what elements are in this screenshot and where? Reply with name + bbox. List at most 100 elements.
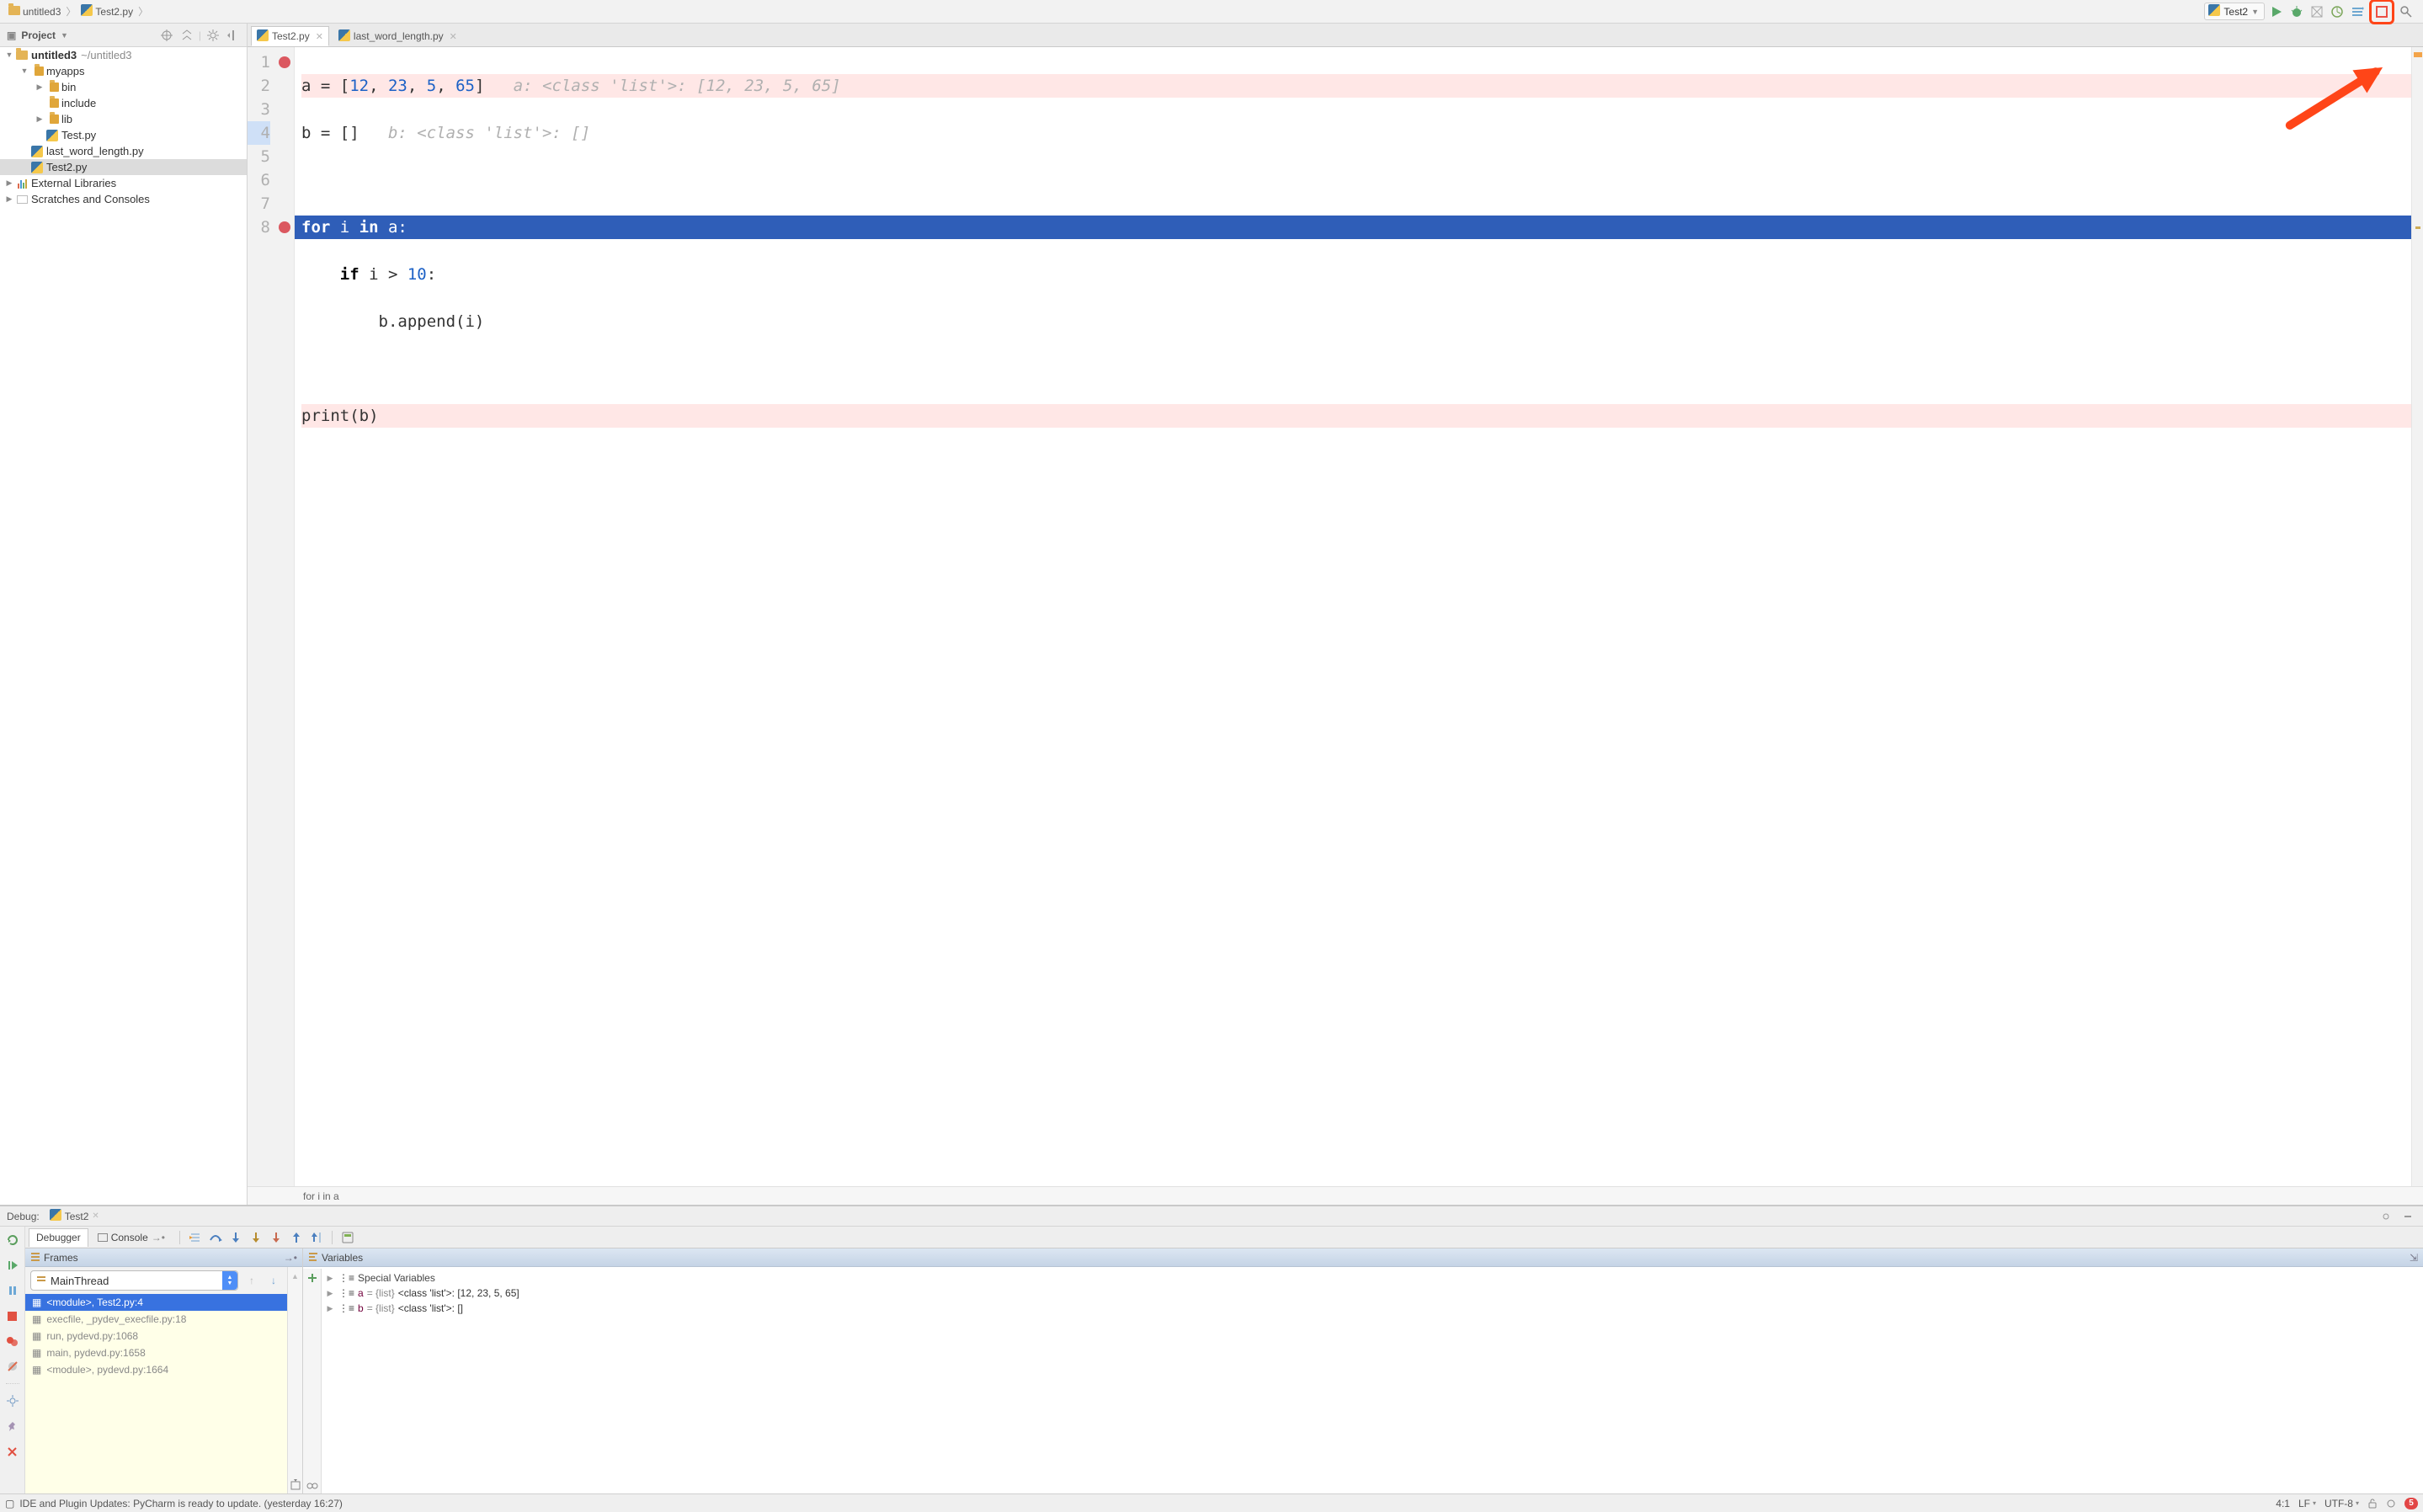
export-threads-button[interactable]	[290, 1479, 301, 1493]
caret-position[interactable]: 4:1	[2276, 1498, 2290, 1509]
stepper-arrows-icon[interactable]: ▲▼	[222, 1271, 237, 1290]
collapse-all-button[interactable]	[178, 27, 195, 44]
variable-row[interactable]: ▶⋮≡a = {list} <class 'list'>: [12, 23, 5…	[322, 1286, 2423, 1301]
pin-button[interactable]	[4, 1418, 21, 1435]
gutter-line[interactable]: 6	[248, 168, 270, 192]
editor-error-stripe[interactable]	[2411, 47, 2423, 1186]
frames-list[interactable]: ▦<module>, Test2.py:4 ▦execfile, _pydev_…	[25, 1294, 287, 1493]
frame-item[interactable]: ▦main, pydevd.py:1658	[25, 1344, 287, 1361]
force-step-into-button[interactable]	[268, 1229, 285, 1246]
tool-windows-toggle-icon[interactable]: ▢	[5, 1498, 14, 1509]
python-file-icon	[30, 145, 44, 158]
line-separator[interactable]: LF▾	[2298, 1498, 2316, 1509]
variable-row[interactable]: ▶⋮≡b = {list} <class 'list'>: []	[322, 1301, 2423, 1316]
scroll-up-icon[interactable]: ▲	[291, 1272, 299, 1280]
rerun-button[interactable]	[4, 1232, 21, 1248]
close-icon[interactable]: ✕	[450, 31, 457, 42]
variables-list[interactable]: ▶⋮≡Special Variables ▶⋮≡a = {list} <clas…	[322, 1269, 2423, 1493]
folder-node[interactable]: ▶bin	[0, 79, 247, 95]
show-watches-button[interactable]	[306, 1479, 318, 1493]
layout-settings-button[interactable]	[4, 1392, 21, 1409]
next-frame-button[interactable]: ↓	[265, 1272, 282, 1289]
debugger-tab-debugger[interactable]: Debugger	[29, 1228, 88, 1247]
pause-button[interactable]	[4, 1282, 21, 1299]
frame-item[interactable]: ▦run, pydevd.py:1068	[25, 1328, 287, 1344]
close-icon[interactable]: ✕	[316, 31, 323, 42]
editor-breadcrumb-strip[interactable]: for i in a	[248, 1186, 2423, 1205]
gutter-line[interactable]: 7	[248, 192, 270, 216]
locate-file-button[interactable]	[158, 27, 175, 44]
editor-gutter[interactable]: 1 2 3 4 5 6 7 8	[248, 47, 295, 1186]
python-file-icon	[2208, 4, 2220, 19]
mute-breakpoints-button[interactable]	[4, 1358, 21, 1375]
frame-item[interactable]: ▦<module>, Test2.py:4	[25, 1294, 287, 1311]
gutter-line-exec[interactable]: 4	[248, 121, 270, 145]
step-into-button[interactable]	[227, 1229, 244, 1246]
run-button[interactable]	[2268, 3, 2285, 20]
hide-button[interactable]	[2399, 1208, 2416, 1225]
project-tree[interactable]: ▼untitled3~/untitled3 ▼myapps ▶bin inclu…	[0, 47, 247, 1205]
gutter-line[interactable]: 3	[248, 98, 270, 121]
debug-config-tab[interactable]: Test2 ✕	[45, 1208, 104, 1225]
run-to-cursor-button[interactable]	[308, 1229, 325, 1246]
step-into-my-code-button[interactable]	[248, 1229, 264, 1246]
restore-layout-icon[interactable]: ⇲	[2410, 1252, 2418, 1264]
gutter-line[interactable]: 1	[248, 51, 270, 74]
external-libraries-node[interactable]: ▶External Libraries	[0, 175, 247, 191]
gutter-line[interactable]: 5	[248, 145, 270, 168]
prev-frame-button[interactable]: ↑	[243, 1272, 260, 1289]
thread-selector[interactable]: MainThread ▲▼	[30, 1270, 238, 1291]
chevron-down-icon[interactable]: ▼	[61, 31, 68, 40]
project-tool-toggle-icon[interactable]: ▣	[7, 29, 16, 41]
gutter-line[interactable]: 2	[248, 74, 270, 98]
stop-button[interactable]	[2373, 3, 2390, 20]
code-editor[interactable]: a = [12, 23, 5, 65] a: <class 'list'>: […	[295, 47, 2411, 1186]
folder-node[interactable]: ▶lib	[0, 111, 247, 127]
frame-item[interactable]: ▦execfile, _pydev_execfile.py:18	[25, 1311, 287, 1328]
run-with-coverage-button[interactable]	[2309, 3, 2325, 20]
breadcrumb-file[interactable]: Test2.py	[79, 4, 135, 19]
run-configuration-selector[interactable]: Test2 ▼	[2204, 3, 2265, 20]
step-over-button[interactable]	[207, 1229, 224, 1246]
editor-tab[interactable]: last_word_length.py ✕	[333, 26, 463, 46]
file-node[interactable]: last_word_length.py	[0, 143, 247, 159]
folder-node[interactable]: include	[0, 95, 247, 111]
python-file-icon	[45, 129, 59, 142]
settings-button[interactable]	[2378, 1208, 2394, 1225]
editor-tab-active[interactable]: Test2.py ✕	[251, 26, 329, 46]
debug-button[interactable]	[2288, 3, 2305, 20]
file-encoding[interactable]: UTF-8▾	[2324, 1498, 2359, 1509]
variable-row[interactable]: ▶⋮≡Special Variables	[322, 1270, 2423, 1286]
file-node-selected[interactable]: Test2.py	[0, 159, 247, 175]
breadcrumb-project-label: untitled3	[23, 6, 61, 18]
stop-button[interactable]	[4, 1307, 21, 1324]
new-watch-button[interactable]	[306, 1272, 318, 1286]
restore-layout-icon[interactable]: →•	[284, 1252, 297, 1264]
folder-icon	[45, 81, 59, 94]
resume-button[interactable]	[4, 1257, 21, 1274]
debugger-tab-console[interactable]: Console →•	[90, 1228, 173, 1247]
scratches-node[interactable]: ▶Scratches and Consoles	[0, 191, 247, 207]
view-breakpoints-button[interactable]	[4, 1333, 21, 1350]
search-everywhere-button[interactable]	[2398, 3, 2415, 20]
step-out-button[interactable]	[288, 1229, 305, 1246]
close-icon[interactable]: ✕	[92, 1211, 99, 1221]
hide-button[interactable]	[225, 27, 242, 44]
variables-panel-header: Variables ⇲	[303, 1248, 2423, 1267]
notifications-button[interactable]: 5	[2404, 1498, 2418, 1509]
inspections-toggle[interactable]	[2386, 1499, 2396, 1509]
breadcrumb-project[interactable]: untitled3	[7, 6, 62, 18]
folder-node[interactable]: ▼myapps	[0, 63, 247, 79]
frame-item[interactable]: ▦<module>, pydevd.py:1664	[25, 1361, 287, 1378]
gutter-line[interactable]: 8	[248, 216, 270, 239]
evaluate-expression-button[interactable]	[339, 1229, 356, 1246]
close-button[interactable]	[4, 1443, 21, 1460]
project-root-node[interactable]: ▼untitled3~/untitled3	[0, 47, 247, 63]
profile-button[interactable]	[2329, 3, 2346, 20]
show-execution-point-button[interactable]	[187, 1229, 204, 1246]
status-message: IDE and Plugin Updates: PyCharm is ready…	[19, 1498, 343, 1509]
settings-button[interactable]	[205, 27, 221, 44]
read-only-toggle[interactable]	[2367, 1499, 2378, 1509]
concurrency-diagram-button[interactable]	[2349, 3, 2366, 20]
file-node[interactable]: Test.py	[0, 127, 247, 143]
